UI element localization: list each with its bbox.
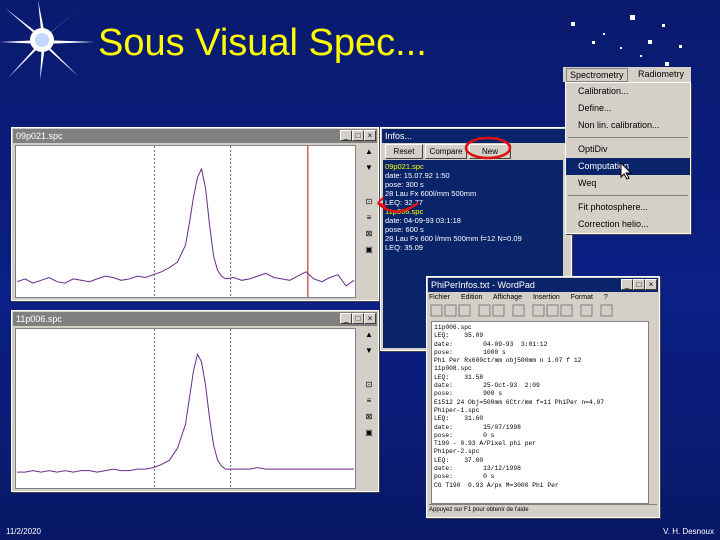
scroll-up-icon[interactable]: ▲ — [364, 330, 374, 340]
cursor-icon[interactable]: ⊠ — [364, 229, 374, 239]
menu-separator — [568, 195, 688, 196]
wordpad-document[interactable]: 11p006.spc LEQ: 35.09 date: 04-09-93 3:01:… — [431, 321, 649, 504]
spectrum-window-2-title: 11p006.spc — [16, 314, 62, 324]
scroll-down-icon[interactable]: ▼ — [364, 346, 374, 356]
menu-separator — [568, 137, 688, 138]
zoom-icon[interactable]: ▣ — [364, 245, 374, 255]
document-line: date: 04-09-93 3:01:12 — [434, 340, 548, 348]
document-line: Phiper-1.spc — [434, 406, 480, 414]
menu-fichier[interactable]: Fichier — [429, 294, 450, 301]
menu-format[interactable]: Format — [571, 294, 593, 301]
document-line: 11p006.spc — [434, 324, 472, 331]
wordpad-title: PhiPerInfos.txt - WordPad — [431, 280, 535, 290]
wordpad-window[interactable]: PhiPerInfos.txt - WordPad _ □ × Fichier … — [426, 276, 660, 518]
menu-insertion[interactable]: Insertion — [533, 294, 560, 301]
document-line: LEQ: 35.09 — [434, 332, 484, 340]
menu-help[interactable]: ? — [604, 294, 608, 301]
menu-radiometry[interactable]: Radiometry — [635, 68, 687, 80]
spectrum-line — [16, 167, 355, 287]
document-line: pose: 0 s — [434, 473, 495, 481]
document-line: date: 13/12/1998 — [434, 465, 521, 473]
undo-icon[interactable] — [580, 304, 593, 317]
spectrometry-dropdown: Calibration... Define... Non lin. calibr… — [565, 82, 691, 234]
wordpad-toolbar — [429, 304, 657, 318]
wordpad-menubar: Fichier Edition Affichage Insertion Form… — [429, 292, 657, 303]
spectrum-chart-1 — [16, 146, 355, 297]
info-line: 28 Lau Fx 600 l/mm 500mm f=12 N=0.09 — [385, 234, 522, 243]
spectrum-window-2-titlebar[interactable]: 11p006.spc — [13, 312, 377, 326]
wordpad-statusbar: Appuyez sur F1 pour obtenir de l'aide — [429, 504, 657, 515]
spectrum-plot-1[interactable] — [15, 145, 356, 298]
document-line: pose: 0 s — [434, 431, 495, 439]
spectrum-window-1-titlebar[interactable]: 09p021.spc — [13, 129, 377, 143]
slide-author: V. H. Desnoux — [663, 527, 714, 536]
menu-item-define[interactable]: Define... — [566, 100, 690, 117]
maximize-button[interactable]: □ — [352, 313, 364, 324]
slide-title: Sous Visual Spec... — [98, 22, 427, 64]
starburst-logo — [0, 0, 95, 80]
insert-object-icon[interactable] — [600, 304, 613, 317]
spectrum-line — [17, 353, 354, 473]
document-line: Phi Per Rx600ct/mm obj500mm n 1.07 f 12 — [434, 357, 582, 365]
minimize-button[interactable]: _ — [340, 313, 352, 324]
preview-icon[interactable] — [492, 304, 505, 317]
document-line: LEQ: 31.58 — [434, 373, 484, 381]
plot-toolbar-2: ▲ ▼ ⊡ ≡ ⊠ ▣ — [362, 328, 376, 487]
copy-icon[interactable] — [546, 304, 559, 317]
cut-icon[interactable] — [532, 304, 545, 317]
menu-item-fit-photosphere[interactable]: Fit photosphere... — [566, 199, 690, 216]
print-icon[interactable] — [478, 304, 491, 317]
spectrum-window-2[interactable]: 11p006.spc _ □ × ▲ ▼ ⊡ ≡ ⊠ ▣ — [11, 310, 379, 492]
menu-item-correction-helio[interactable]: Correction helio... — [566, 216, 690, 233]
find-icon[interactable] — [512, 304, 525, 317]
document-line: date: 15/07/1998 — [434, 423, 521, 431]
cursor-icon[interactable]: ⊠ — [364, 412, 374, 422]
minimize-button[interactable]: _ — [340, 130, 352, 141]
save-file-icon[interactable] — [458, 304, 471, 317]
zoom-icon[interactable]: ▣ — [364, 428, 374, 438]
document-line: LEQ: 37.00 — [434, 456, 484, 464]
document-line: pose: 1000 s — [434, 348, 506, 356]
menu-item-calibration[interactable]: Calibration... — [566, 83, 690, 100]
spectrum-window-1[interactable]: 09p021.spc _ □ × ▲ ▼ ⊡ ≡ ⊠ ▣ — [11, 127, 379, 301]
menu-item-optidiv[interactable]: OptiDiv — [566, 141, 690, 158]
document-line: E1512 24 Obj=500mm 6Ctr/mm f=11 PhiPer n… — [434, 398, 605, 406]
menu-bar: Spectrometry Radiometry — [563, 67, 691, 82]
new-file-icon[interactable] — [430, 304, 443, 317]
document-line: CG T190 0.93 A/px M=3000 Phi Per — [434, 481, 559, 489]
close-button[interactable]: × — [645, 279, 657, 290]
menu-spectrometry[interactable]: Spectrometry — [566, 68, 628, 82]
paste-icon[interactable] — [560, 304, 573, 317]
mouse-cursor-icon — [620, 162, 632, 180]
document-line: T190 - 0.93 A/Pixel phi per — [434, 440, 537, 448]
spectrum-plot-2[interactable] — [15, 328, 356, 489]
document-line: LEQ: 31.60 — [434, 415, 484, 423]
info-line: LEQ: 35.09 — [385, 243, 423, 252]
document-line: date: 25-Oct-93 2:09 — [434, 382, 540, 390]
document-line: Phiper-2.spc — [434, 448, 480, 456]
annotation-marks — [377, 136, 512, 213]
minimize-button[interactable]: _ — [621, 279, 633, 290]
document-line: pose: 900 s — [434, 390, 503, 398]
spectrum-window-1-title: 09p021.spc — [16, 131, 63, 141]
menu-item-nonlin-calibration[interactable]: Non lin. calibration... — [566, 117, 690, 134]
lock-icon[interactable]: ⊡ — [364, 380, 374, 390]
info-line: pose: 600 s — [385, 225, 424, 234]
document-line: 11p008.spc — [434, 365, 472, 373]
menu-affichage[interactable]: Affichage — [493, 294, 522, 301]
lines-icon[interactable]: ≡ — [364, 396, 374, 406]
close-button[interactable]: × — [364, 313, 376, 324]
slide-date: 11/2/2020 — [6, 527, 41, 536]
maximize-button[interactable]: □ — [633, 279, 645, 290]
spectrum-chart-2 — [17, 329, 354, 488]
menu-edition[interactable]: Edition — [461, 294, 482, 301]
open-file-icon[interactable] — [444, 304, 457, 317]
